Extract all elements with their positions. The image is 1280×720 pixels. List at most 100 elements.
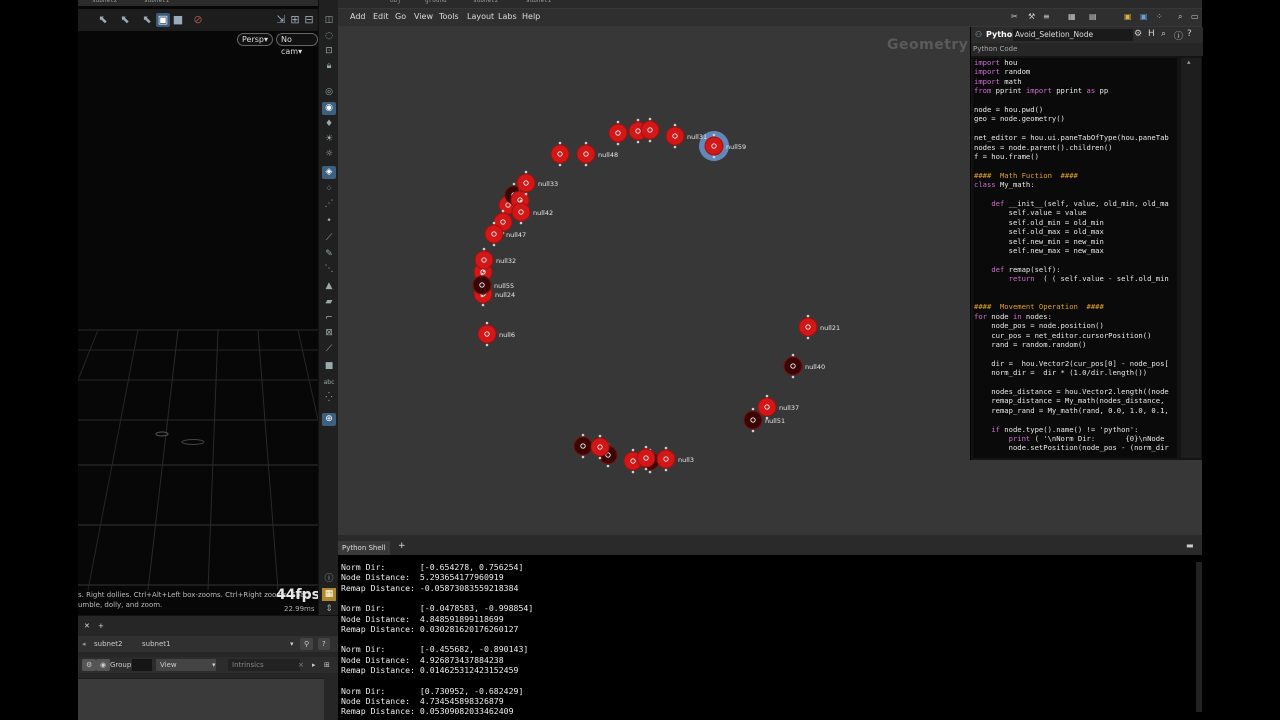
light-icon[interactable]: ♦ (322, 118, 336, 131)
null-node[interactable] (656, 446, 676, 472)
null-node[interactable] (477, 321, 497, 347)
python-code-editor[interactable]: import hou import random import math from p… (973, 58, 1177, 458)
help-icon[interactable]: ? (1187, 29, 1192, 39)
tools-icon[interactable]: ✂ (1011, 12, 1018, 21)
camera-menu[interactable]: No cam▾ (276, 33, 318, 56)
shell-output-line: Norm Dir: [-0.0478583, -0.998854] (341, 603, 534, 614)
menu-icon[interactable]: ⊞ (320, 659, 334, 671)
shell-scrollbar[interactable] (1196, 562, 1202, 712)
view-menu[interactable]: View (156, 659, 216, 671)
select-points-icon[interactable]: ⬉ (140, 13, 154, 27)
null-node[interactable] (576, 141, 596, 167)
null-node[interactable] (798, 314, 818, 340)
text-icon[interactable]: abc (322, 376, 336, 389)
scroll-up-icon[interactable]: ▴ (1187, 58, 1191, 66)
select-box-icon[interactable]: ■ (171, 13, 185, 27)
view-dropdown-icon[interactable]: ▾ (208, 659, 220, 671)
snap-icon[interactable]: ⊞ (288, 13, 302, 27)
code-line: geo = node.geometry() (974, 114, 1065, 124)
wrench-icon[interactable]: ⚒ (1028, 12, 1035, 21)
points-icon[interactable]: ⁘ (322, 183, 336, 196)
null-node[interactable] (573, 433, 593, 459)
cursor-icon[interactable]: ⊕ (322, 413, 336, 426)
wireframe-icon[interactable]: ◉ (322, 102, 336, 115)
node-name-field[interactable]: Avoid_Seletion_Node (1013, 29, 1133, 41)
info-icon[interactable]: ⓘ (322, 573, 336, 586)
select-mode-icon[interactable]: ⬉ (118, 13, 132, 27)
more-icon[interactable]: ▭ (1191, 12, 1199, 21)
maximize-icon[interactable]: ▬ (1186, 541, 1194, 550)
parameter-pane: ✕ + ◂ subnet2 subnet1 ▾ ⚲ ? ⚙ ◉ Group: V… (78, 615, 338, 720)
add-tab-icon[interactable]: + (94, 620, 108, 632)
brush-icon[interactable]: ⟋ (322, 232, 336, 245)
vertex-icon[interactable]: ⋱ (322, 263, 336, 276)
node-graph[interactable]: null48 null59 null31 null33 null47 null32 null… (338, 0, 970, 540)
display-mode-icon[interactable]: ◈ (322, 166, 336, 179)
close-tab-icon[interactable]: ✕ (80, 620, 94, 632)
pen-icon[interactable]: ✎ (322, 248, 336, 261)
path-item-subnet1[interactable]: subnet1 (138, 638, 174, 650)
uv-icon[interactable]: ⊠ (322, 327, 336, 340)
block-icon[interactable]: ■ (322, 360, 336, 373)
intrinsics-menu[interactable]: Intrinsics (228, 659, 300, 671)
glyph-icon[interactable]: ⁛ (322, 392, 336, 405)
node-label: null6 (499, 331, 515, 339)
code-scrollbar[interactable]: ▴ (1181, 58, 1201, 458)
layout-icon[interactable]: ▤ (1089, 12, 1097, 21)
select-objects-icon[interactable]: ▣ (156, 13, 170, 27)
clear-icon[interactable]: × (294, 659, 308, 671)
grid-icon[interactable]: ▦ (322, 588, 336, 601)
dot-icon[interactable]: • (322, 215, 336, 228)
null-node[interactable] (608, 120, 628, 146)
gear-icon[interactable]: ⚙ (82, 659, 97, 671)
perspective-menu[interactable]: Persp▾ (237, 33, 274, 46)
spreadsheet-area[interactable] (78, 678, 324, 720)
path-item-subnet1[interactable]: subnet1 (144, 0, 169, 4)
lamp-icon[interactable]: ☼ (322, 148, 336, 161)
secure-selection-icon[interactable]: ⊘ (191, 13, 205, 27)
help-h-icon[interactable]: H (1148, 29, 1155, 39)
info-icon[interactable]: ⓘ (1174, 29, 1183, 42)
null-node[interactable] (783, 353, 803, 379)
back-icon[interactable]: ◂ (78, 638, 90, 650)
ghost-icon[interactable]: ◌ (322, 30, 336, 43)
prim-icon[interactable]: ▰ (322, 296, 336, 309)
display-options-icon[interactable]: ⇲ (274, 13, 288, 27)
bulb-icon[interactable]: ☀ (322, 133, 336, 146)
select-arrow-icon[interactable]: ⬉ (96, 13, 110, 27)
null-node[interactable] (665, 123, 685, 149)
network-box-icon[interactable]: ▣ (1140, 12, 1148, 21)
scene-viewport[interactable]: subnet2 subnet1 ⬉ ⬉ ⬉ ▣ ■ ⊘ ⇲ ⊞ ⊟ Persp▾… (78, 0, 318, 615)
dots-icon[interactable]: ⁘ (1156, 12, 1163, 21)
group-field[interactable] (132, 659, 152, 671)
pin-icon[interactable]: ⚲ (300, 638, 314, 650)
grid-view-icon[interactable]: ▦ (1068, 12, 1076, 21)
play-icon[interactable]: ▸ (308, 659, 320, 671)
null-node[interactable] (640, 117, 660, 143)
path-item-subnet2[interactable]: subnet2 (90, 638, 126, 650)
edge-icon[interactable]: ⟋ (322, 343, 336, 356)
shell-output[interactable]: Norm Dir: [-0.654278, 0.756254] Node Dist… (340, 562, 1200, 720)
headlight-icon[interactable]: ◎ (322, 86, 336, 99)
code-line: nodes = node.parent().children() (974, 142, 1113, 152)
path-dropdown-icon[interactable]: ▾ (286, 638, 298, 650)
hull-icon[interactable]: ▲ (322, 280, 336, 293)
gear-icon[interactable]: ⚙ (1134, 29, 1142, 39)
add-tab-button[interactable]: + (398, 541, 406, 551)
null-node[interactable] (550, 141, 570, 167)
code-line: if node.type().name() != 'python': (991, 424, 1139, 434)
search-icon[interactable]: ⌕ (1161, 29, 1166, 39)
viewport-menu-icon[interactable]: ⊟ (302, 13, 316, 27)
python-shell-tab[interactable]: Python Shell (338, 541, 390, 555)
pin-icon[interactable]: ◫ (322, 14, 336, 27)
shell-output-line: Remap Distance: 0.05309082033462409 (341, 706, 514, 717)
lock-icon[interactable]: 🔒︎ (322, 60, 336, 73)
corner-icon[interactable]: ⌐ (322, 312, 336, 325)
normals-icon[interactable]: ⋰ (322, 198, 336, 211)
note-icon[interactable]: ▣ (1124, 12, 1132, 21)
path-item-subnet2[interactable]: subnet2 (92, 0, 117, 4)
camera-link-icon[interactable]: ⊡ (322, 45, 336, 58)
zoom-icon[interactable]: ⌕ (1178, 12, 1182, 22)
help-icon[interactable]: ? (318, 638, 330, 650)
list-icon[interactable]: ≡ (1043, 12, 1050, 21)
